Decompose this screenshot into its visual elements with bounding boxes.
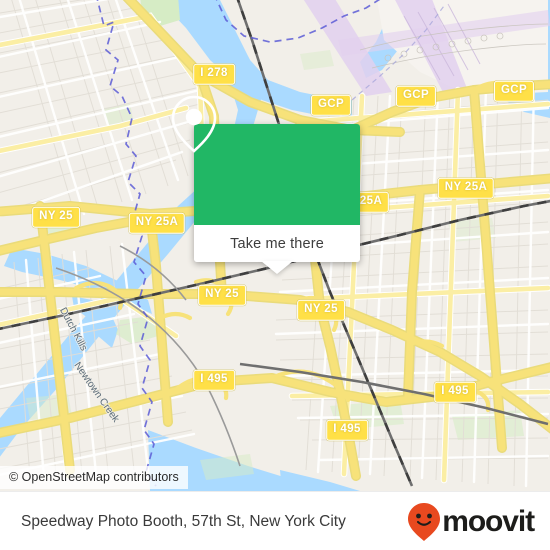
road-shield-label: NY 25 (32, 206, 80, 228)
road-shield-label: NY 25A (128, 212, 186, 234)
popup-icon-panel (171, 95, 360, 225)
footer-bar: Speedway Photo Booth, 57th St, New York … (0, 491, 550, 550)
road-shield-label: GCP (395, 85, 437, 107)
road-shield-label: NY 25 (198, 284, 246, 306)
map-pin-icon (171, 95, 217, 153)
map-canvas[interactable]: I 278 GCP GCP GCP NY 25A 25A NY 25 NY 25A NY 25 N… (0, 0, 550, 491)
road-shield-label: GCP (310, 94, 352, 116)
location-popup[interactable]: Take me there (171, 95, 360, 274)
osm-attribution[interactable]: © OpenStreetMap contributors (0, 466, 188, 489)
take-me-there-label: Take me there (230, 235, 324, 252)
map-screenshot: I 278 GCP GCP GCP NY 25A 25A NY 25 NY 25A NY 25 N… (0, 0, 550, 550)
popup-action-bar[interactable]: Take me there (194, 225, 360, 262)
moovit-logo[interactable]: moovit (407, 502, 535, 542)
road-shield-label: I 495 (434, 381, 476, 403)
road-shield-label: GCP (493, 80, 535, 102)
moovit-wordmark: moovit (442, 504, 535, 538)
road-shield-label: NY 25A (437, 177, 495, 199)
popup-tail (261, 261, 293, 274)
road-shield-label: I 495 (326, 419, 368, 441)
moovit-pin-smiley-icon (408, 502, 441, 541)
location-title: Speedway Photo Booth, 57th St, New York … (21, 512, 346, 530)
road-shield-label: NY 25 (297, 299, 345, 321)
road-shield-label: I 278 (193, 63, 235, 85)
road-shield-label: I 495 (193, 369, 235, 391)
